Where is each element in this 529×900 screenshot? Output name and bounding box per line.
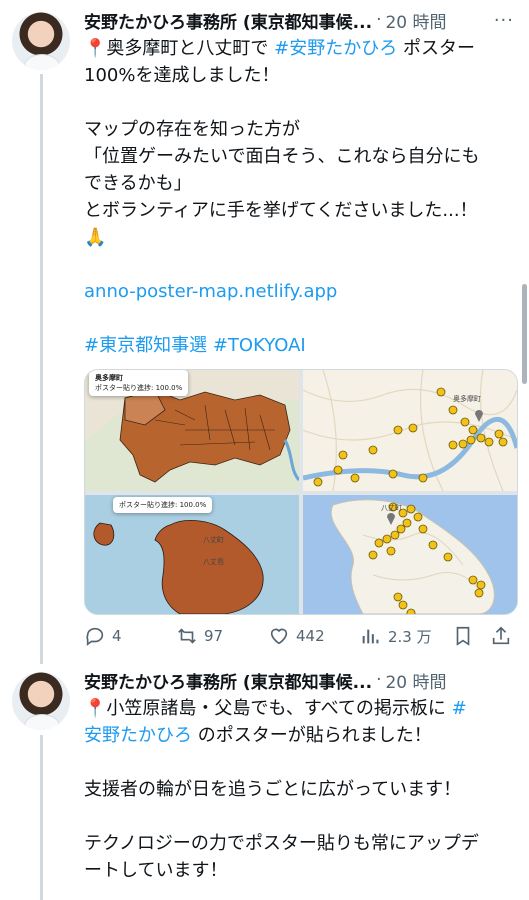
map-popup: 奥多摩町 ポスター貼り進捗: 100.0% bbox=[89, 370, 189, 396]
map-pin[interactable] bbox=[448, 405, 458, 415]
map-pin[interactable] bbox=[476, 580, 486, 590]
hashtag-link[interactable]: # bbox=[452, 698, 467, 719]
map-pin[interactable] bbox=[393, 592, 403, 602]
tweet-header: 安野たかひろ事務所 (東京都知事候... · 20 時間 bbox=[84, 666, 514, 694]
map-pin[interactable] bbox=[382, 534, 392, 544]
map-pin[interactable] bbox=[468, 575, 478, 585]
map-pin[interactable] bbox=[368, 445, 378, 455]
heart-icon bbox=[270, 628, 288, 645]
tweet[interactable]: 安野たかひろ事務所 (東京都知事候... · 20 時間 📍小笠原諸島・父島でも… bbox=[84, 666, 514, 884]
map-pin[interactable] bbox=[476, 433, 486, 443]
action-bar: 4 97 442 2.3 万 bbox=[84, 623, 514, 649]
bookmark-icon bbox=[456, 626, 470, 646]
map-pin[interactable] bbox=[350, 473, 360, 483]
thread-line-top bbox=[40, 74, 43, 664]
map-label: 八丈町 bbox=[381, 504, 402, 512]
map-pin[interactable] bbox=[428, 540, 438, 550]
author-name[interactable]: 安野たかひろ事務所 (東京都知事候... bbox=[84, 668, 372, 693]
map-pin[interactable] bbox=[494, 429, 504, 439]
map-pin[interactable] bbox=[460, 417, 470, 427]
map-pin[interactable] bbox=[498, 437, 508, 447]
map-pin[interactable] bbox=[413, 512, 423, 522]
hashtag-link[interactable]: #東京都知事選 bbox=[84, 335, 207, 356]
tweet-text: 📍小笠原諸島・父島でも、すべての掲示板に # 安野たかひろ のポスターが貼られま… bbox=[84, 698, 479, 881]
pin-icon: 📍 bbox=[84, 38, 107, 59]
map-pin[interactable] bbox=[458, 439, 468, 449]
tweet[interactable]: 安野たかひろ事務所 (東京都知事候... · 20 時間 ··· 📍奥多摩町と八… bbox=[84, 6, 518, 649]
pin-icon: 📍 bbox=[84, 698, 107, 719]
retweet-icon bbox=[178, 628, 196, 644]
timestamp[interactable]: 20 時間 bbox=[385, 8, 446, 33]
map-image-okutama-choropleth[interactable]: 奥多摩町 ポスター貼り進捗: 100.0% bbox=[85, 370, 299, 491]
hashtag-link[interactable]: #TOKYOAI bbox=[213, 335, 306, 356]
hashtag-link[interactable]: 安野たかひろ bbox=[84, 725, 192, 746]
reply-button[interactable]: 4 bbox=[84, 625, 176, 647]
map-pin[interactable] bbox=[436, 387, 446, 397]
share-button[interactable] bbox=[490, 625, 512, 647]
retweet-button[interactable]: 97 bbox=[176, 625, 268, 647]
map-pin[interactable] bbox=[386, 546, 396, 556]
external-link[interactable]: anno-poster-map.netlify.app bbox=[84, 278, 514, 305]
avatar[interactable] bbox=[12, 672, 70, 730]
map-pin[interactable] bbox=[474, 588, 484, 598]
tweet-header: 安野たかひろ事務所 (東京都知事候... · 20 時間 ··· bbox=[84, 6, 514, 34]
views-button[interactable]: 2.3 万 bbox=[360, 625, 452, 647]
map-pin[interactable] bbox=[408, 423, 418, 433]
map-pin[interactable] bbox=[484, 437, 494, 447]
hashtag-link[interactable]: #安野たかひろ bbox=[274, 38, 397, 59]
map-pin[interactable] bbox=[406, 608, 416, 614]
map-pin[interactable] bbox=[468, 425, 478, 435]
views-chart-icon bbox=[362, 629, 379, 644]
scrollbar[interactable] bbox=[522, 284, 527, 384]
map-label: 奥多摩町 bbox=[453, 395, 481, 403]
map-pin[interactable] bbox=[406, 504, 416, 514]
share-icon bbox=[492, 626, 510, 645]
like-count: 442 bbox=[296, 627, 325, 645]
separator: · bbox=[376, 10, 382, 30]
map-pin[interactable] bbox=[338, 450, 348, 460]
more-dots-icon[interactable]: ··· bbox=[494, 10, 514, 31]
map-pin[interactable] bbox=[448, 440, 458, 450]
map-pin[interactable] bbox=[418, 473, 428, 483]
reply-icon bbox=[86, 627, 104, 646]
map-pin[interactable] bbox=[368, 550, 378, 560]
separator: · bbox=[376, 670, 382, 690]
reply-count: 4 bbox=[112, 627, 122, 645]
like-button[interactable]: 442 bbox=[268, 625, 360, 647]
map-pin[interactable] bbox=[402, 518, 412, 528]
map-image-okutama-pins[interactable]: 奥多摩町 bbox=[303, 370, 517, 491]
views-count: 2.3 万 bbox=[388, 627, 432, 646]
map-pin[interactable] bbox=[466, 435, 476, 445]
map-image-hachijo-pins[interactable]: 八丈町 bbox=[303, 495, 517, 614]
image-grid[interactable]: 奥多摩町 ポスター貼り進捗: 100.0% 奥多摩町 ポスター貼り進捗: 100.… bbox=[84, 369, 518, 615]
map-label: 八丈町 bbox=[203, 536, 224, 544]
pray-icon: 🙏 bbox=[84, 227, 107, 248]
map-pin[interactable] bbox=[390, 530, 400, 540]
map-pin[interactable] bbox=[398, 600, 408, 610]
thread-line-bottom bbox=[40, 735, 43, 900]
tweet-text: 📍奥多摩町と八丈町で #安野たかひろ ポスター 100%を達成しました！ マップ… bbox=[84, 35, 514, 359]
map-image-hachijo-choropleth[interactable]: ポスター貼り進捗: 100.0% 八丈町 八丈島 bbox=[85, 495, 299, 614]
map-pin[interactable] bbox=[374, 538, 384, 548]
map-pin[interactable] bbox=[313, 477, 323, 487]
bookmark-button[interactable] bbox=[452, 625, 490, 647]
avatar[interactable] bbox=[12, 12, 70, 70]
author-name[interactable]: 安野たかひろ事務所 (東京都知事候... bbox=[84, 8, 372, 33]
map-pin[interactable] bbox=[333, 465, 343, 475]
map-pin[interactable] bbox=[393, 425, 403, 435]
map-pin[interactable] bbox=[396, 524, 406, 534]
map-label: 八丈島 bbox=[203, 558, 224, 566]
map-pin[interactable] bbox=[388, 469, 398, 479]
map-pin[interactable] bbox=[418, 524, 428, 534]
timestamp[interactable]: 20 時間 bbox=[385, 668, 446, 693]
map-pin[interactable] bbox=[443, 552, 453, 562]
map-popup: ポスター貼り進捗: 100.0% bbox=[113, 497, 213, 513]
retweet-count: 97 bbox=[204, 627, 224, 645]
